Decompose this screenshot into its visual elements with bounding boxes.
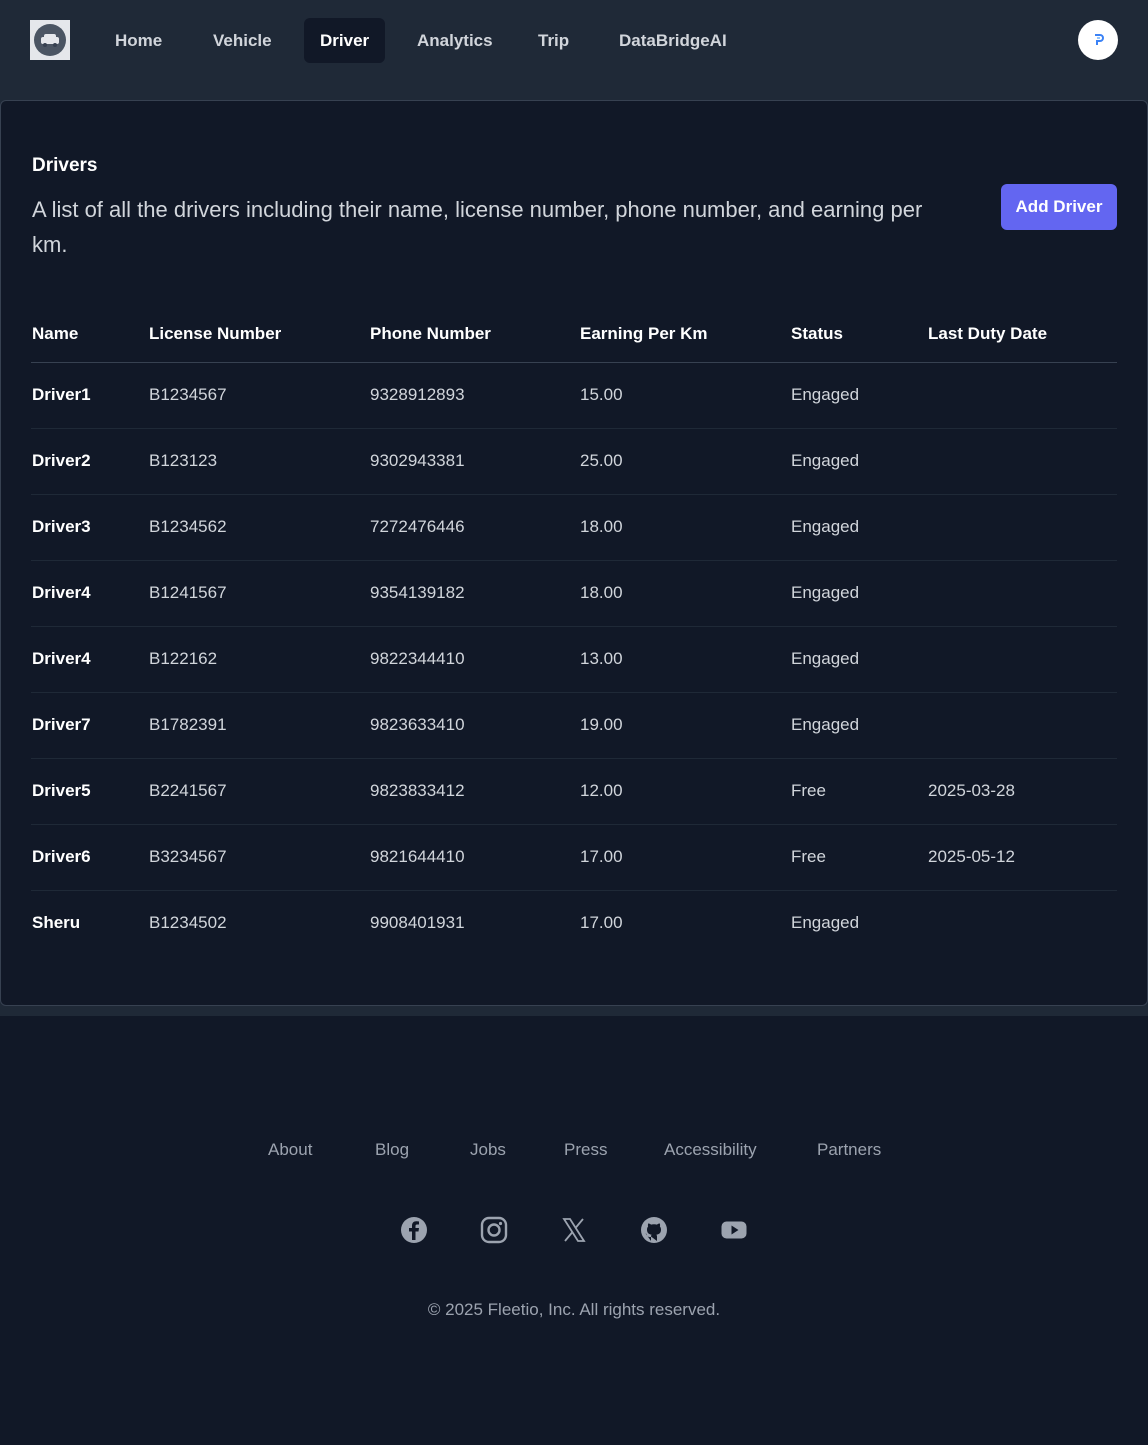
driver-license: B1234567 <box>149 385 227 404</box>
driver-name: Driver6 <box>32 847 91 866</box>
footer-nav: About Blog Jobs Press Accessibility Part… <box>0 1138 1148 1168</box>
table-row[interactable]: Driver6 B3234567 9821644410 17.00 Free 2… <box>31 825 1117 891</box>
driver-status: Free <box>791 781 826 800</box>
user-avatar-icon <box>1095 34 1104 45</box>
table-row[interactable]: Driver4 B1241567 9354139182 18.00 Engage… <box>31 561 1117 627</box>
facebook-icon[interactable] <box>400 1216 428 1244</box>
user-avatar-button[interactable] <box>1078 20 1118 60</box>
driver-license: B123123 <box>149 451 218 470</box>
nav-analytics[interactable]: Analytics <box>401 18 509 63</box>
driver-name: Driver4 <box>32 583 91 602</box>
footer-link-partners[interactable]: Partners <box>817 1140 881 1160</box>
driver-status: Engaged <box>791 451 860 470</box>
driver-phone: 9823833412 <box>370 781 465 800</box>
instagram-icon[interactable] <box>480 1216 508 1244</box>
copyright-text: © 2025 Fleetio, Inc. All rights reserved… <box>427 1300 721 1319</box>
driver-license: B1234562 <box>149 517 227 536</box>
driver-earning: 13.00 <box>580 649 623 668</box>
driver-status: Engaged <box>791 649 860 668</box>
driver-status: Free <box>791 847 826 866</box>
driver-name: Driver4 <box>32 649 91 668</box>
drivers-card: Drivers A list of all the drivers includ… <box>0 100 1148 1006</box>
youtube-icon[interactable] <box>720 1216 748 1244</box>
column-header-last-duty: Last Duty Date <box>928 324 1048 343</box>
driver-license: B1241567 <box>149 583 227 602</box>
x-icon[interactable] <box>560 1216 588 1244</box>
driver-earning: 15.00 <box>580 385 623 404</box>
driver-name: Driver3 <box>32 517 91 536</box>
column-header-name: Name <box>32 324 79 343</box>
page-title: Drivers <box>32 155 98 176</box>
footer-link-blog[interactable]: Blog <box>375 1140 409 1160</box>
driver-earning: 18.00 <box>580 583 623 602</box>
drivers-table-body: Driver1 B1234567 9328912893 15.00 Engage… <box>31 363 1117 957</box>
driver-phone: 7272476446 <box>370 517 465 536</box>
column-header-license: License Number <box>149 324 282 343</box>
driver-last-duty: 2025-05-12 <box>928 847 1015 866</box>
footer-link-jobs[interactable]: Jobs <box>470 1140 506 1160</box>
table-row[interactable]: Driver2 B123123 9302943381 25.00 Engaged <box>31 429 1117 495</box>
driver-status: Engaged <box>791 385 860 404</box>
driver-phone: 9823633410 <box>370 715 465 734</box>
driver-license: B3234567 <box>149 847 227 866</box>
footer-link-accessibility[interactable]: Accessibility <box>664 1140 757 1160</box>
table-row[interactable]: Driver3 B1234562 7272476446 18.00 Engage… <box>31 495 1117 561</box>
driver-name: Driver1 <box>32 385 91 404</box>
driver-earning: 25.00 <box>580 451 623 470</box>
driver-license: B122162 <box>149 649 218 668</box>
column-header-status: Status <box>791 324 843 343</box>
driver-phone: 9908401931 <box>370 913 465 932</box>
top-navbar: Home Vehicle Driver Analytics Trip DataB… <box>0 0 1148 80</box>
table-row[interactable]: Driver5 B2241567 9823833412 12.00 Free 2… <box>31 759 1117 825</box>
page-description: A list of all the drivers including thei… <box>32 197 923 257</box>
driver-status: Engaged <box>791 913 860 932</box>
nav-driver[interactable]: Driver <box>304 18 386 63</box>
driver-status: Engaged <box>791 517 860 536</box>
driver-earning: 17.00 <box>580 847 623 866</box>
driver-license: B1234502 <box>149 913 227 932</box>
driver-phone: 9302943381 <box>370 451 465 470</box>
driver-name: Driver2 <box>32 451 91 470</box>
driver-name: Driver7 <box>32 715 91 734</box>
logo[interactable] <box>30 20 70 60</box>
driver-phone: 9328912893 <box>370 385 465 404</box>
footer-link-press[interactable]: Press <box>564 1140 607 1160</box>
driver-earning: 12.00 <box>580 781 623 800</box>
footer-link-about[interactable]: About <box>268 1140 312 1160</box>
table-row[interactable]: Driver1 B1234567 9328912893 15.00 Engage… <box>31 363 1117 429</box>
driver-earning: 19.00 <box>580 715 623 734</box>
column-header-phone: Phone Number <box>370 324 491 343</box>
driver-earning: 17.00 <box>580 913 623 932</box>
driver-license: B1782391 <box>149 715 227 734</box>
car-logo-icon <box>34 24 66 56</box>
driver-earning: 18.00 <box>580 517 623 536</box>
driver-license: B2241567 <box>149 781 227 800</box>
table-header: Name License Number Phone Number Earning… <box>31 311 1117 363</box>
driver-name: Driver5 <box>32 781 91 800</box>
add-driver-button[interactable]: Add Driver <box>1001 184 1117 230</box>
column-header-earning: Earning Per Km <box>580 324 708 343</box>
table-row[interactable]: Driver4 B122162 9822344410 13.00 Engaged <box>31 627 1117 693</box>
driver-status: Engaged <box>791 583 860 602</box>
github-icon[interactable] <box>640 1216 668 1244</box>
nav-trip[interactable]: Trip <box>522 18 585 63</box>
driver-name: Sheru <box>32 913 81 932</box>
nav-databridgeai[interactable]: DataBridgeAI <box>603 18 743 63</box>
driver-phone: 9354139182 <box>370 583 465 602</box>
nav-home[interactable]: Home <box>99 18 178 63</box>
driver-status: Engaged <box>791 715 860 734</box>
nav-vehicle[interactable]: Vehicle <box>197 18 288 63</box>
driver-last-duty: 2025-03-28 <box>928 781 1015 800</box>
driver-phone: 9821644410 <box>370 847 465 866</box>
driver-phone: 9822344410 <box>370 649 465 668</box>
table-row[interactable]: Sheru B1234502 9908401931 17.00 Engaged <box>31 891 1117 957</box>
table-row[interactable]: Driver7 B1782391 9823633410 19.00 Engage… <box>31 693 1117 759</box>
